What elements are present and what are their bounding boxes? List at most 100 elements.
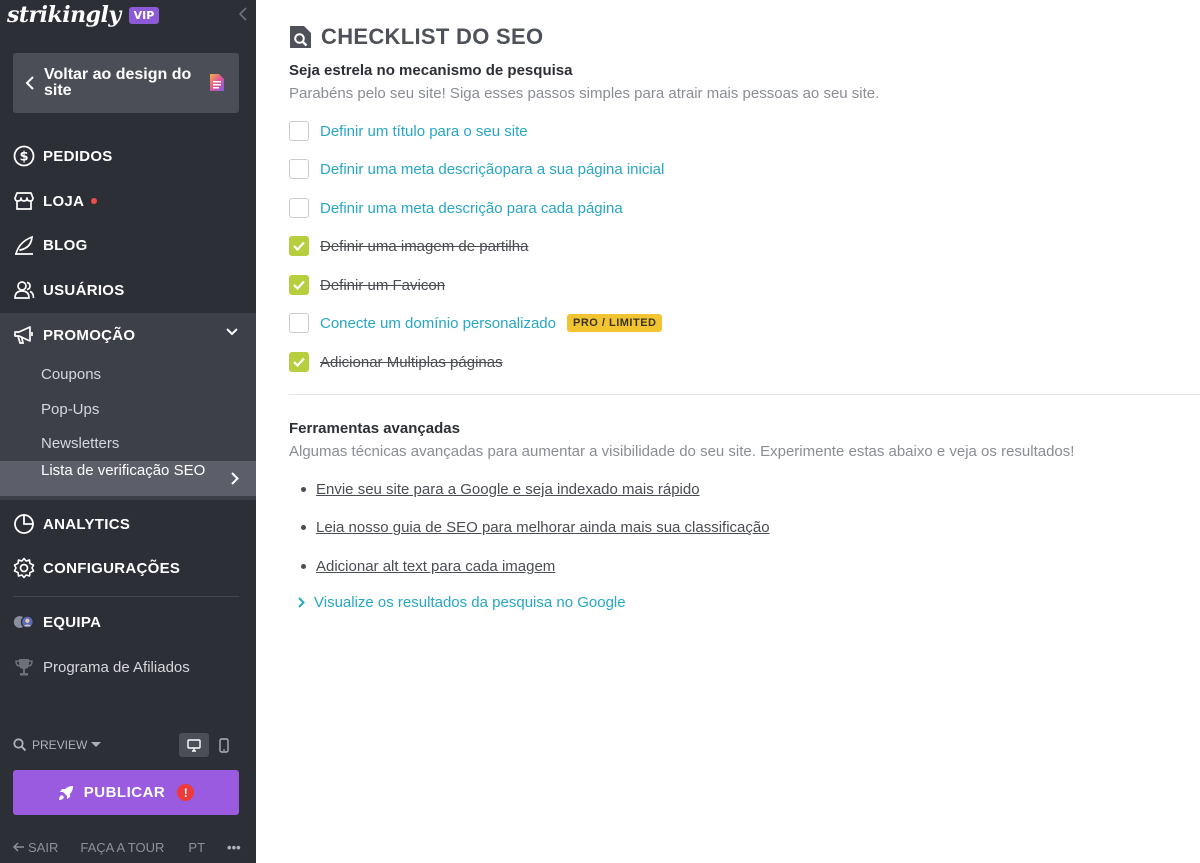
chevron-left-icon: [239, 7, 247, 21]
nav-item-blog[interactable]: BLOG: [0, 223, 256, 267]
language-selector[interactable]: PT: [188, 840, 205, 855]
caret-down-icon: [91, 742, 102, 747]
checklist-item[interactable]: Conecte um domínio personalizado PRO / L…: [289, 312, 663, 334]
nav-item-configuracoes[interactable]: CONFIGURAÇÕES: [0, 546, 256, 590]
nav-label: ANALYTICS: [43, 515, 131, 533]
sub-item-newsletters[interactable]: Newsletters: [41, 435, 119, 452]
nav-item-afiliados[interactable]: Programa de Afiliados: [0, 645, 256, 689]
sidebar-footer: SAIR FAÇA A TOUR PT •••: [13, 838, 243, 856]
sub-item-coupons[interactable]: Coupons: [41, 366, 101, 383]
bullet: [301, 487, 306, 492]
mobile-icon: [219, 737, 229, 753]
rocket-icon: [58, 785, 73, 800]
sidebar: strikingly VIP Voltar ao design do site …: [0, 0, 256, 863]
google-preview-label: Visualize os resultados da pesquisa no G…: [314, 594, 626, 611]
checklist-label: Definir uma meta descrição para cada pág…: [320, 199, 623, 217]
checklist-label: Definir um título para o seu site: [320, 122, 528, 140]
checkbox-checked[interactable]: [289, 275, 309, 295]
seo-search-page-icon: [290, 26, 311, 48]
users-icon: [13, 279, 35, 301]
publish-alert-badge: !: [177, 784, 195, 801]
list-item: Leia nosso guia de SEO para melhorar ain…: [301, 519, 770, 536]
sub-item-popups[interactable]: Pop-Ups: [41, 401, 99, 418]
main-content: CHECKLIST DO SEO Seja estrela no mecanis…: [256, 0, 1200, 863]
nav-label: CONFIGURAÇÕES: [43, 559, 181, 577]
advanced-link[interactable]: Adicionar alt text para cada imagem: [316, 558, 555, 575]
nav-item-equipa[interactable]: EQUIPA: [0, 600, 256, 644]
search-icon: [13, 738, 27, 752]
page-design-icon: [210, 74, 224, 91]
nav-label: PEDIDOS: [43, 147, 113, 165]
notification-dot: [91, 198, 98, 204]
section-divider: [289, 394, 1200, 395]
preview-dropdown[interactable]: PREVIEW: [32, 738, 87, 752]
chevron-down-icon: [226, 328, 238, 336]
tour-link[interactable]: FAÇA A TOUR: [80, 840, 164, 855]
checklist-item[interactable]: Definir uma imagem de partilha: [289, 235, 528, 257]
pie-chart-icon: [13, 513, 35, 535]
nav-item-analytics[interactable]: ANALYTICS: [0, 502, 256, 546]
checklist-item[interactable]: Definir um título para o seu site: [289, 120, 528, 142]
checklist-item[interactable]: Definir uma meta descriçãopara a sua pág…: [289, 158, 664, 180]
back-button-label: Voltar ao design do site: [44, 66, 192, 99]
checkbox-checked[interactable]: [289, 352, 309, 372]
checkbox[interactable]: [289, 159, 309, 179]
desktop-preview-button[interactable]: [179, 733, 209, 757]
arrow-left-icon: [13, 842, 24, 852]
nav-label: BLOG: [43, 236, 88, 254]
sub-item-seo-checklist[interactable]: Lista de verificação SEO: [0, 461, 256, 496]
strikingly-logo[interactable]: strikingly: [7, 2, 121, 28]
dollar-circle-icon: $: [13, 145, 35, 167]
collapse-sidebar-button[interactable]: [236, 6, 250, 22]
promo-section: PROMOÇÃO Coupons Pop-Ups Newsletters Lis…: [0, 313, 256, 500]
checklist-label: Definir uma imagem de partilha: [320, 237, 529, 255]
publish-button[interactable]: PUBLICAR !: [13, 770, 239, 815]
nav-label: PROMOÇÃO: [43, 326, 136, 344]
bullet: [301, 564, 306, 569]
checkbox[interactable]: [289, 313, 309, 333]
list-item: Adicionar alt text para cada imagem: [301, 558, 555, 575]
mobile-preview-button[interactable]: [209, 733, 239, 757]
gear-icon: [13, 557, 35, 579]
list-item: Envie seu site para a Google e seja inde…: [301, 481, 700, 498]
checklist-item[interactable]: Definir um Favicon: [289, 274, 445, 296]
advanced-text: Algumas técnicas avançadas para aumentar…: [289, 443, 1075, 460]
sair-link[interactable]: SAIR: [28, 840, 58, 855]
google-preview-toggle[interactable]: Visualize os resultados da pesquisa no G…: [298, 594, 626, 611]
feather-icon: [13, 234, 35, 256]
advanced-link[interactable]: Envie seu site para a Google e seja inde…: [316, 481, 700, 498]
checklist-item[interactable]: Definir uma meta descrição para cada pág…: [289, 197, 623, 219]
checkbox[interactable]: [289, 121, 309, 141]
team-avatars-icon: [13, 611, 35, 633]
trophy-icon: [13, 656, 35, 678]
nav-item-pedidos[interactable]: $ PEDIDOS: [0, 134, 256, 178]
page-header: CHECKLIST DO SEO: [289, 24, 543, 50]
sub-item-label: Lista de verificação SEO: [41, 462, 206, 479]
checkbox[interactable]: [289, 198, 309, 218]
preview-bar: PREVIEW: [13, 733, 239, 757]
more-menu-button[interactable]: •••: [227, 840, 241, 855]
checkbox-checked[interactable]: [289, 236, 309, 256]
intro-text: Parabéns pelo seu site! Siga esses passo…: [289, 85, 880, 102]
intro-heading: Seja estrela no mecanismo de pesquisa: [289, 62, 573, 79]
nav-label: LOJA: [43, 192, 85, 210]
back-to-design-button[interactable]: Voltar ao design do site: [13, 53, 239, 113]
megaphone-icon: [13, 324, 35, 346]
advanced-heading: Ferramentas avançadas: [289, 420, 460, 437]
check-icon: [293, 357, 305, 367]
nav-item-loja[interactable]: LOJA: [0, 179, 256, 223]
chevron-right-icon: [231, 472, 239, 485]
pro-limited-badge: PRO / LIMITED: [566, 314, 663, 332]
sidebar-divider: [13, 596, 239, 597]
nav-item-promocao[interactable]: PROMOÇÃO: [0, 313, 256, 357]
chevron-right-icon: [298, 597, 305, 608]
advanced-link[interactable]: Leia nosso guia de SEO para melhorar ain…: [316, 519, 770, 536]
publish-label: PUBLICAR: [83, 784, 166, 801]
checklist-label: Definir um Favicon: [320, 276, 446, 294]
nav-label: Programa de Afiliados: [43, 658, 190, 676]
nav-item-usuarios[interactable]: USUÁRIOS: [0, 268, 256, 312]
device-toggle: [179, 733, 239, 757]
checklist-item[interactable]: Adicionar Multiplas páginas: [289, 351, 503, 373]
check-icon: [293, 241, 305, 251]
vip-badge: VIP: [128, 6, 160, 24]
